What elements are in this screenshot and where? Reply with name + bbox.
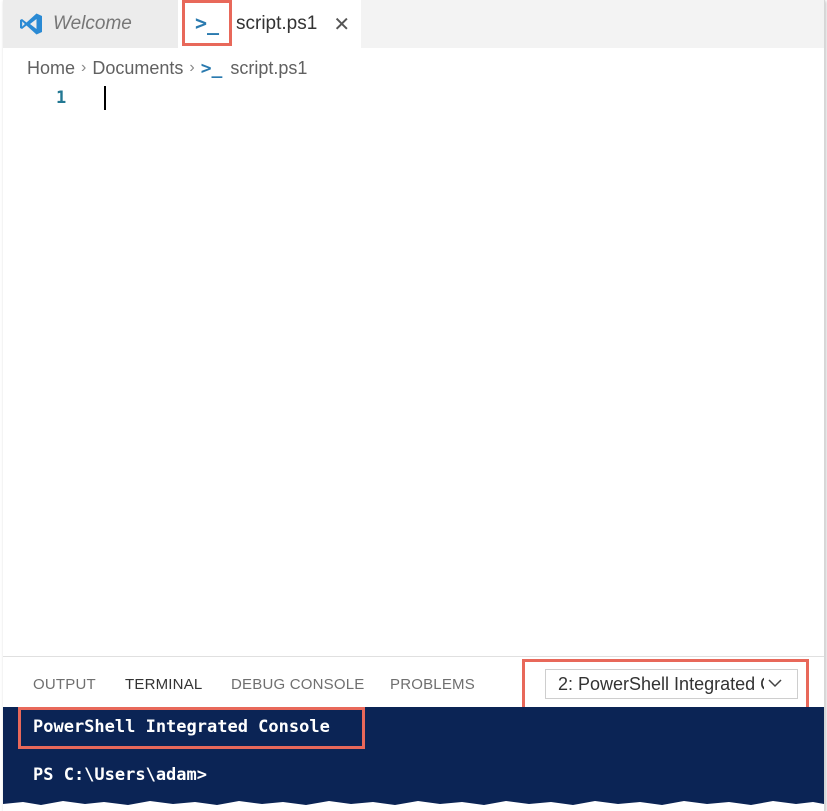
- terminal-select-value: 2: PowerShell Integrated Console: [558, 673, 764, 694]
- tab-script-label: script.ps1: [236, 13, 318, 34]
- breadcrumb-home[interactable]: Home: [27, 58, 75, 79]
- code-editor[interactable]: 1: [3, 82, 824, 655]
- terminal-title: PowerShell Integrated Console: [33, 717, 330, 737]
- powershell-icon: >_: [200, 57, 223, 79]
- chevron-down-icon: [768, 675, 782, 693]
- vscode-logo-icon: [20, 13, 42, 35]
- chevron-right-icon: ›: [189, 59, 195, 76]
- text-cursor: [104, 86, 106, 110]
- terminal-select[interactable]: 2: PowerShell Integrated Console: [545, 669, 798, 699]
- editor-tab-bar: Welcome script.ps1 ✕ >_: [3, 0, 824, 48]
- tab-welcome[interactable]: Welcome: [3, 0, 178, 48]
- terminal-prompt: PS C:\Users\adam>: [33, 765, 207, 785]
- breadcrumb-file[interactable]: script.ps1: [230, 58, 307, 79]
- tab-debug-console[interactable]: DEBUG CONSOLE: [231, 676, 364, 693]
- line-number: 1: [56, 88, 67, 108]
- tab-welcome-label: Welcome: [53, 13, 132, 34]
- torn-edge: [3, 801, 824, 811]
- tab-output[interactable]: OUTPUT: [33, 676, 96, 693]
- powershell-icon-highlight: >_: [182, 0, 232, 46]
- terminal-select-highlight: 2: PowerShell Integrated Console: [522, 659, 809, 711]
- tab-problems[interactable]: PROBLEMS: [390, 676, 475, 693]
- breadcrumb: Home › Documents › >_ script.ps1: [27, 56, 307, 80]
- breadcrumb-documents[interactable]: Documents: [92, 58, 183, 79]
- powershell-icon: >_: [194, 11, 220, 35]
- tab-terminal[interactable]: TERMINAL: [125, 676, 202, 693]
- chevron-right-icon: ›: [81, 59, 87, 76]
- close-icon[interactable]: ✕: [333, 12, 350, 37]
- vscode-window: Welcome script.ps1 ✕ >_ Home › Documents…: [3, 0, 825, 811]
